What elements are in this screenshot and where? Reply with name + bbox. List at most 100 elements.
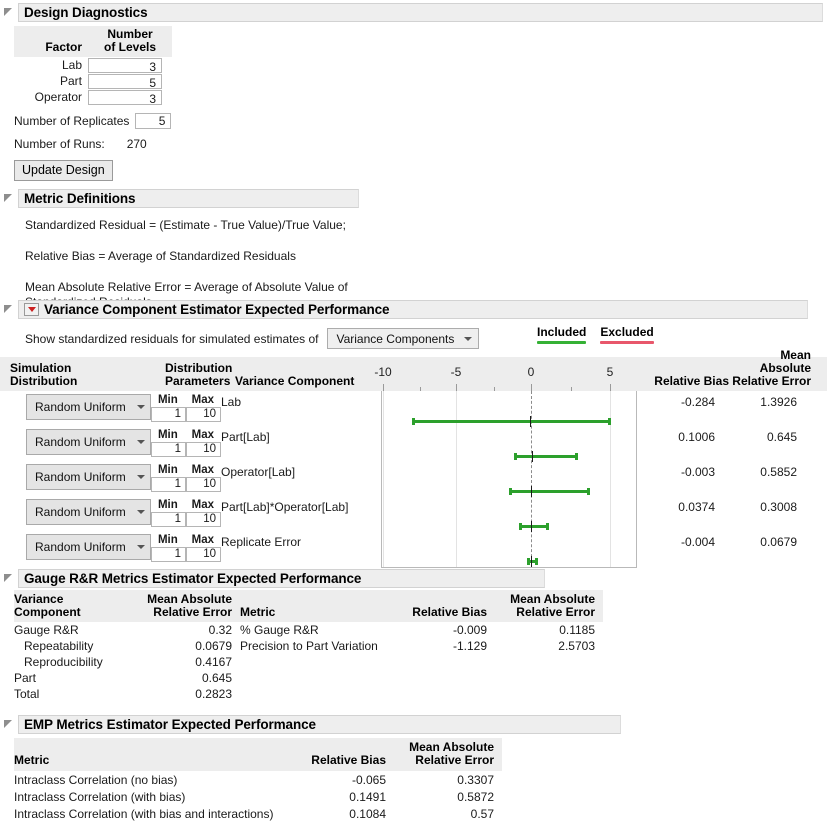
legend-bar-excluded (600, 341, 653, 344)
legend-label-included: Included (537, 325, 586, 339)
show-residuals-label: Show standardized residuals for simulate… (25, 332, 318, 346)
max-input-replicate[interactable]: 10 (186, 547, 221, 562)
table-row: Intraclass Correlation (no bias) -0.065 … (14, 771, 502, 788)
disclosure-triangle-icon[interactable] (3, 304, 14, 315)
update-design-button[interactable]: Update Design (14, 160, 113, 181)
metric-pct-gauge-rr: % Gauge R&R (240, 622, 405, 638)
minmax-group-operator: MinMax 110 (151, 464, 221, 492)
gauge-rr-section: Gauge R&R Metrics Estimator Expected Per… (0, 569, 603, 702)
table-row: Intraclass Correlation (with bias and in… (14, 805, 502, 822)
mare-reproducibility: 0.4167 (124, 654, 240, 670)
variance-component-header[interactable]: Variance Component Estimator Expected Pe… (0, 300, 827, 319)
max-input-lab[interactable]: 10 (186, 407, 221, 422)
legend-item-included: Included (537, 325, 586, 344)
emp-rb-bias-interactions: 0.1084 (291, 805, 394, 822)
header-mare: Mean AbsoluteRelative Error (394, 738, 502, 771)
min-input-operator[interactable]: 1 (151, 477, 186, 492)
min-input-part-operator[interactable]: 1 (151, 512, 186, 527)
variance-component-name-part: Part[Lab] (221, 429, 367, 444)
emp-metrics-title: EMP Metrics Estimator Expected Performan… (18, 715, 621, 734)
disclosure-triangle-icon[interactable] (3, 719, 14, 730)
gauge-rr-title: Gauge R&R Metrics Estimator Expected Per… (18, 569, 545, 588)
emp-metrics-header[interactable]: EMP Metrics Estimator Expected Performan… (0, 715, 621, 734)
mare-part-row: 0.645 (124, 670, 240, 686)
levels-input-lab[interactable]: 3 (88, 58, 162, 73)
mare-part-operator: 0.3008 (715, 499, 803, 514)
emp-metrics-table: Metric Relative Bias Mean AbsoluteRelati… (14, 738, 502, 822)
header-variance-component: Variance Component (235, 375, 381, 391)
design-diagnostics-header[interactable]: Design Diagnostics (0, 3, 823, 22)
table-row: Total 0.2823 (14, 686, 603, 702)
table-row: Reproducibility 0.4167 (14, 654, 603, 670)
gauge-rr-header[interactable]: Gauge R&R Metrics Estimator Expected Per… (0, 569, 603, 588)
min-input-lab[interactable]: 1 (151, 407, 186, 422)
chevron-down-icon (137, 475, 145, 479)
distribution-value: Random Uniform (35, 400, 126, 414)
legend-label-excluded: Excluded (600, 325, 653, 339)
interval-cap-left-replicate (527, 558, 530, 565)
chevron-down-icon (137, 440, 145, 444)
label-min: Min (158, 464, 178, 477)
show-residuals-row: Show standardized residuals for simulate… (25, 328, 827, 349)
red-triangle-menu-icon[interactable] (24, 303, 39, 316)
legend-bar-included (537, 341, 586, 344)
interval-cap-right-part (575, 453, 578, 460)
distribution-dropdown-part[interactable]: Random Uniform (26, 429, 151, 455)
replicates-input[interactable]: 5 (135, 113, 171, 129)
vc-reproducibility: Reproducibility (14, 654, 124, 670)
interval-plot (381, 391, 637, 568)
label-min: Min (158, 429, 178, 442)
metric-definitions-title: Metric Definitions (18, 189, 359, 208)
gridline--5 (456, 391, 457, 567)
levels-input-part[interactable]: 5 (88, 74, 162, 89)
interval-bar-operator (510, 490, 590, 493)
factor-label-part: Part (14, 73, 88, 89)
axis-tick-label--10: -10 (374, 365, 391, 379)
chart-legend: Included Excluded (537, 325, 654, 344)
label-max: Max (192, 429, 214, 442)
interval-cap-left-lab (412, 418, 415, 425)
minmax-group-part: Min Max 110 (151, 429, 221, 457)
vc-part: Part (14, 670, 124, 686)
interval-bar-part (515, 455, 578, 458)
interval-median-part (532, 451, 533, 462)
distribution-dropdown-lab[interactable]: Random Uniform (26, 394, 151, 420)
chevron-down-icon (137, 545, 145, 549)
disclosure-triangle-icon[interactable] (3, 193, 14, 204)
interval-median-lab (530, 416, 531, 427)
distribution-dropdown-operator[interactable]: Random Uniform (26, 464, 151, 490)
distribution-dropdown-replicate[interactable]: Random Uniform (26, 534, 151, 560)
distribution-dropdown-part-operator[interactable]: Random Uniform (26, 499, 151, 525)
min-input-replicate[interactable]: 1 (151, 547, 186, 562)
minmax-group-part-operator: MinMax 110 (151, 499, 221, 527)
label-max: Max (192, 394, 214, 407)
disclosure-triangle-icon[interactable] (3, 573, 14, 584)
metric-precision-to-part: Precision to Part Variation (240, 638, 405, 654)
header-simulation-distribution: SimulationDistribution (0, 362, 165, 391)
table-row: Repeatability 0.0679 Precision to Part V… (14, 638, 603, 654)
max-input-part[interactable]: 10 (186, 442, 221, 457)
min-input-part[interactable]: 1 (151, 442, 186, 457)
axis-tick-label-5: 5 (607, 365, 614, 379)
max-input-operator[interactable]: 10 (186, 477, 221, 492)
mare-gauge-rr: 0.32 (124, 622, 240, 638)
header-variance-component: VarianceComponent (14, 590, 124, 622)
variance-component-name-part-operator: Part[Lab]*Operator[Lab] (221, 499, 367, 514)
disclosure-triangle-icon[interactable] (3, 7, 14, 18)
table-row: Gauge R&R 0.32 % Gauge R&R -0.009 0.1185 (14, 622, 603, 638)
max-input-part-operator[interactable]: 10 (186, 512, 221, 527)
metric-definitions-header[interactable]: Metric Definitions (0, 189, 375, 208)
table-row: Lab 3 (14, 57, 172, 73)
definition-relative-bias: Relative Bias = Average of Standardized … (25, 249, 375, 264)
factor-label-operator: Operator (14, 89, 88, 105)
header-mean-absolute-relative-error: Mean AbsoluteRelative Error (124, 590, 240, 622)
levels-input-operator[interactable]: 3 (88, 90, 162, 105)
interval-cap-right-replicate (535, 558, 538, 565)
replicates-row: Number of Replicates 5 (14, 113, 823, 129)
interval-median-part-operator (531, 521, 532, 532)
chevron-down-icon (137, 405, 145, 409)
estimates-dropdown[interactable]: Variance Components (327, 328, 479, 349)
distribution-value: Random Uniform (35, 505, 126, 519)
header-metric: Metric (240, 590, 405, 622)
emp-mare-no-bias: 0.3307 (394, 771, 502, 788)
